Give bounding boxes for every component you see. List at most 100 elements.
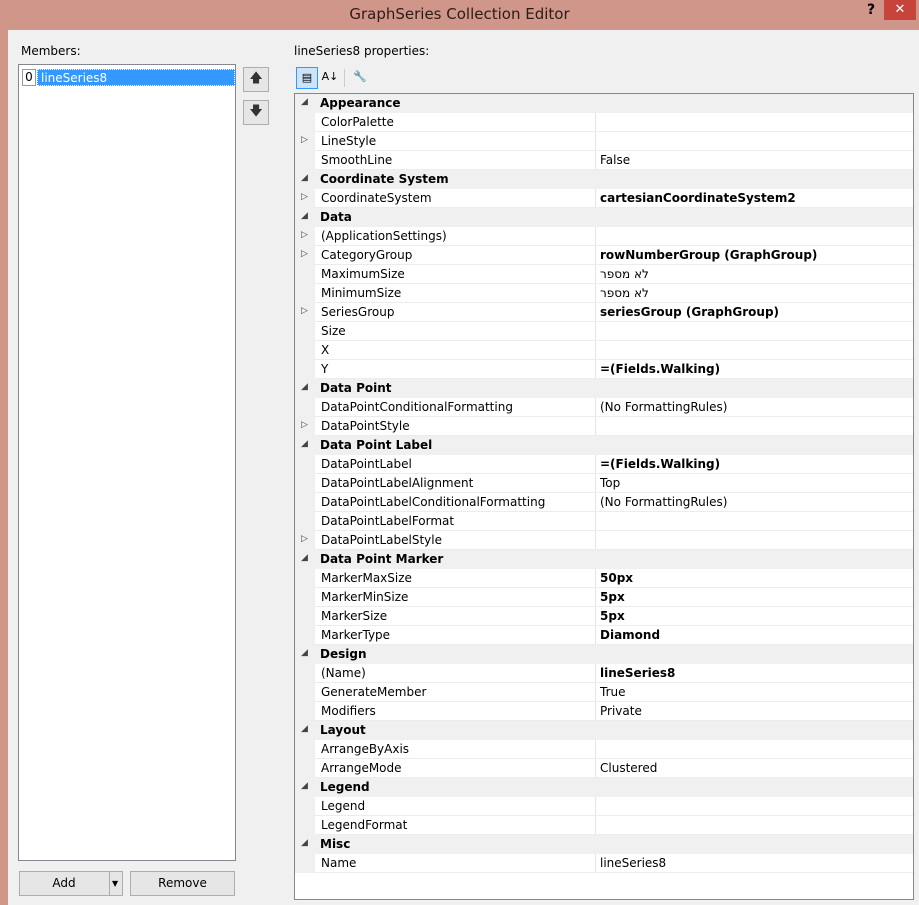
expand-icon[interactable]: ▷: [301, 420, 308, 430]
property-row[interactable]: Size: [295, 322, 913, 341]
category-row[interactable]: ◢ Data: [295, 208, 913, 227]
column-separator[interactable]: [595, 683, 596, 702]
property-row[interactable]: ▷ CoordinateSystem cartesianCoordinateSyst…: [295, 189, 913, 208]
property-row[interactable]: DataPointConditionalFormatting (No Format…: [295, 398, 913, 417]
help-button[interactable]: ?: [862, 2, 880, 22]
expand-icon[interactable]: ▷: [301, 230, 308, 240]
property-value[interactable]: Private: [600, 704, 642, 718]
property-value[interactable]: 5px: [600, 590, 625, 604]
expand-icon[interactable]: ▷: [301, 135, 308, 145]
property-pages-button[interactable]: 🔧: [349, 67, 371, 89]
column-separator[interactable]: [595, 626, 596, 645]
property-row[interactable]: ▷ LineStyle: [295, 132, 913, 151]
column-separator[interactable]: [595, 797, 596, 816]
category-row[interactable]: ◢ Legend: [295, 778, 913, 797]
column-separator[interactable]: [595, 702, 596, 721]
property-value[interactable]: lineSeries8: [600, 856, 666, 870]
column-separator[interactable]: [595, 854, 596, 873]
column-separator[interactable]: [595, 360, 596, 379]
column-separator[interactable]: [595, 284, 596, 303]
move-down-button[interactable]: 🡇: [243, 100, 269, 125]
property-row[interactable]: Name lineSeries8: [295, 854, 913, 873]
category-row[interactable]: ◢ Data Point Label: [295, 436, 913, 455]
property-value[interactable]: לא מספר: [600, 286, 649, 300]
property-row[interactable]: MarkerSize 5px: [295, 607, 913, 626]
category-row[interactable]: ◢ Coordinate System: [295, 170, 913, 189]
column-separator[interactable]: [595, 531, 596, 550]
property-value[interactable]: 50px: [600, 571, 633, 585]
category-row[interactable]: ◢ Misc: [295, 835, 913, 854]
expand-icon[interactable]: ▷: [301, 306, 308, 316]
category-row[interactable]: ◢ Appearance: [295, 94, 913, 113]
category-row[interactable]: ◢ Data Point: [295, 379, 913, 398]
property-row[interactable]: ArrangeByAxis: [295, 740, 913, 759]
remove-button[interactable]: Remove: [130, 871, 235, 896]
column-separator[interactable]: [595, 398, 596, 417]
property-value[interactable]: cartesianCoordinateSystem2: [600, 191, 796, 205]
property-value[interactable]: (No FormattingRules): [600, 400, 727, 414]
members-list[interactable]: 0 lineSeries8: [18, 64, 236, 861]
category-row[interactable]: ◢ Design: [295, 645, 913, 664]
property-value[interactable]: seriesGroup (GraphGroup): [600, 305, 779, 319]
category-row[interactable]: ◢ Data Point Marker: [295, 550, 913, 569]
property-row[interactable]: ▷ DataPointStyle: [295, 417, 913, 436]
property-value[interactable]: Diamond: [600, 628, 660, 642]
expand-icon[interactable]: ▷: [301, 534, 308, 544]
property-row[interactable]: MinimumSize לא מספר: [295, 284, 913, 303]
column-separator[interactable]: [595, 816, 596, 835]
property-row[interactable]: MaximumSize לא מספר: [295, 265, 913, 284]
column-separator[interactable]: [595, 303, 596, 322]
column-separator[interactable]: [595, 417, 596, 436]
column-separator[interactable]: [595, 664, 596, 683]
column-separator[interactable]: [595, 607, 596, 626]
property-row[interactable]: MarkerMinSize 5px: [295, 588, 913, 607]
property-row[interactable]: DataPointLabelAlignment Top: [295, 474, 913, 493]
property-row[interactable]: ▷ DataPointLabelStyle: [295, 531, 913, 550]
column-separator[interactable]: [595, 341, 596, 360]
alphabetical-button[interactable]: A↓: [319, 67, 341, 89]
column-separator[interactable]: [595, 265, 596, 284]
property-row[interactable]: Legend: [295, 797, 913, 816]
property-value[interactable]: False: [600, 153, 630, 167]
property-value[interactable]: לא מספר: [600, 267, 649, 281]
expand-icon[interactable]: ▷: [301, 249, 308, 259]
expand-icon[interactable]: ▷: [301, 192, 308, 202]
property-row[interactable]: Y =(Fields.Walking): [295, 360, 913, 379]
dropdown-arrow-icon[interactable]: ▼: [112, 872, 118, 895]
property-row[interactable]: DataPointLabelFormat: [295, 512, 913, 531]
member-name[interactable]: lineSeries8: [37, 69, 235, 86]
column-separator[interactable]: [595, 759, 596, 778]
property-value[interactable]: (No FormattingRules): [600, 495, 727, 509]
property-value[interactable]: =(Fields.Walking): [600, 457, 720, 471]
property-row[interactable]: Modifiers Private: [295, 702, 913, 721]
property-row[interactable]: DataPointLabelConditionalFormatting (No F…: [295, 493, 913, 512]
column-separator[interactable]: [595, 512, 596, 531]
collapse-icon[interactable]: ◢: [301, 781, 308, 791]
property-row[interactable]: SmoothLine False: [295, 151, 913, 170]
property-value[interactable]: Top: [600, 476, 620, 490]
property-value[interactable]: lineSeries8: [600, 666, 675, 680]
collapse-icon[interactable]: ◢: [301, 211, 308, 221]
property-grid[interactable]: ◢ Appearance ColorPalette ▷ LineStyle SmoothL…: [294, 93, 914, 900]
property-row[interactable]: X: [295, 341, 913, 360]
category-row[interactable]: ◢ Layout: [295, 721, 913, 740]
column-separator[interactable]: [595, 322, 596, 341]
property-row[interactable]: (Name) lineSeries8: [295, 664, 913, 683]
property-value[interactable]: True: [600, 685, 626, 699]
property-row[interactable]: MarkerType Diamond: [295, 626, 913, 645]
property-row[interactable]: MarkerMaxSize 50px: [295, 569, 913, 588]
collapse-icon[interactable]: ◢: [301, 173, 308, 183]
property-row[interactable]: ▷ SeriesGroup seriesGroup (GraphGroup): [295, 303, 913, 322]
collapse-icon[interactable]: ◢: [301, 97, 308, 107]
column-separator[interactable]: [595, 493, 596, 512]
property-row[interactable]: DataPointLabel =(Fields.Walking): [295, 455, 913, 474]
property-value[interactable]: =(Fields.Walking): [600, 362, 720, 376]
property-row[interactable]: ▷ CategoryGroup rowNumberGroup (GraphGroup…: [295, 246, 913, 265]
property-row[interactable]: ColorPalette: [295, 113, 913, 132]
move-up-button[interactable]: 🡅: [243, 67, 269, 92]
add-button[interactable]: Add ▼: [19, 871, 123, 896]
column-separator[interactable]: [595, 151, 596, 170]
property-row[interactable]: ArrangeMode Clustered: [295, 759, 913, 778]
property-value[interactable]: Clustered: [600, 761, 657, 775]
column-separator[interactable]: [595, 132, 596, 151]
